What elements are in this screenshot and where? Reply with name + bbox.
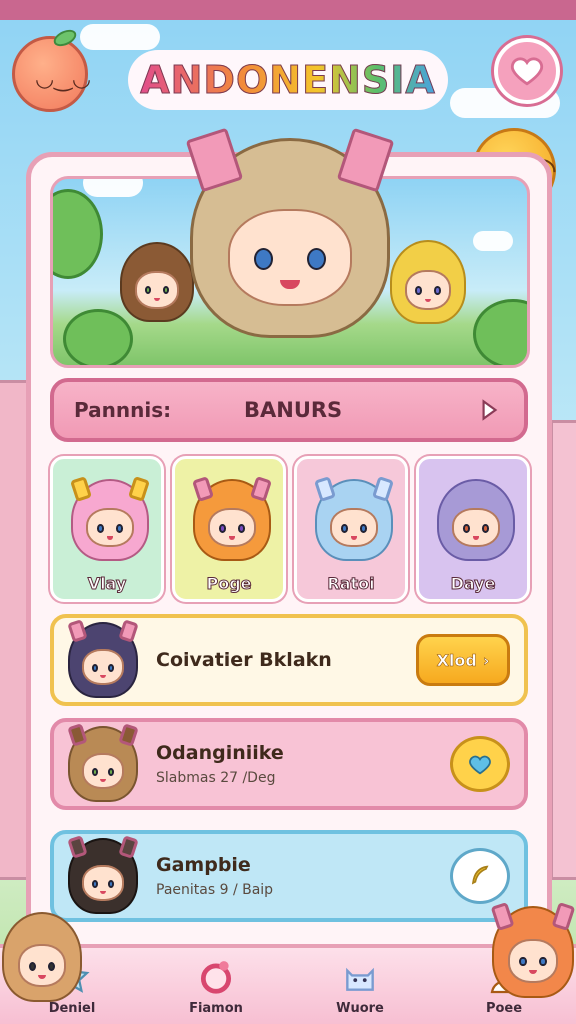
list-item-subtitle: Paenitas 9 / Baip [156,882,274,898]
banner-label: Pannnis: [74,398,172,422]
nav-label: Poee [485,1001,523,1016]
nav-item-fiamon[interactable]: Fiamon [171,957,261,1016]
hero-side-character [390,240,466,324]
character-name: Daye [450,574,496,594]
ring-icon [196,957,236,997]
list-item-title: Odanginiike [156,742,284,764]
banner-value: BANURS [244,398,343,422]
feather-chat-icon[interactable] [450,848,510,904]
list-item[interactable]: Coivatier Bklakn Xlod › [50,614,528,706]
list-item-subtitle: Slabmas 27 /Deg [156,770,276,786]
avatar [67,723,139,802]
character-card[interactable]: Poge [172,456,286,602]
play-arrow-icon[interactable] [474,395,504,425]
nav-label: Wuore [336,1001,384,1016]
character-name: Ratoi [327,574,375,594]
cloud [80,24,160,50]
heart-chat-icon[interactable] [450,736,510,792]
peach-mascot-icon: ◡‿◡ [12,26,91,112]
banner-bar[interactable]: Pannnis: BANURS [50,378,528,442]
action-button-label: Xlod [436,650,477,670]
nav-label: Fiamon [189,1001,243,1016]
bottom-nav: Deniel Fiamon Wuore Poee [0,944,576,1024]
character-cards: Vlay Poge Ratoi Daye [50,456,530,602]
hero-main-character[interactable] [185,127,395,338]
list-item-title: Gampbie [156,854,251,876]
cat-icon [340,957,380,997]
avatar [67,835,139,914]
favorite-button[interactable] [494,38,560,104]
corner-character [490,902,576,998]
background-house [550,420,576,880]
list-item[interactable]: Gampbie Paenitas 9 / Baip [50,830,528,922]
character-card[interactable]: Vlay [50,456,164,602]
character-card[interactable]: Daye [416,456,530,602]
heart-icon [510,57,544,86]
chevron-right-icon: › [482,650,490,670]
corner-character [2,912,82,1002]
character-name: Vlay [87,574,127,594]
avatar [67,619,139,698]
top-strip [0,0,576,20]
hero-side-character [120,242,194,322]
action-button[interactable]: Xlod › [416,634,510,686]
nav-item-wuore[interactable]: Wuore [315,957,405,1016]
character-name: Poge [206,574,252,594]
app-title: ANDONENSIA [128,50,448,110]
nav-label: Deniel [48,1001,96,1016]
list-item[interactable]: Odanginiike Slabmas 27 /Deg [50,718,528,810]
list-item-title: Coivatier Bklakn [156,649,332,671]
character-card[interactable]: Ratoi [294,456,408,602]
